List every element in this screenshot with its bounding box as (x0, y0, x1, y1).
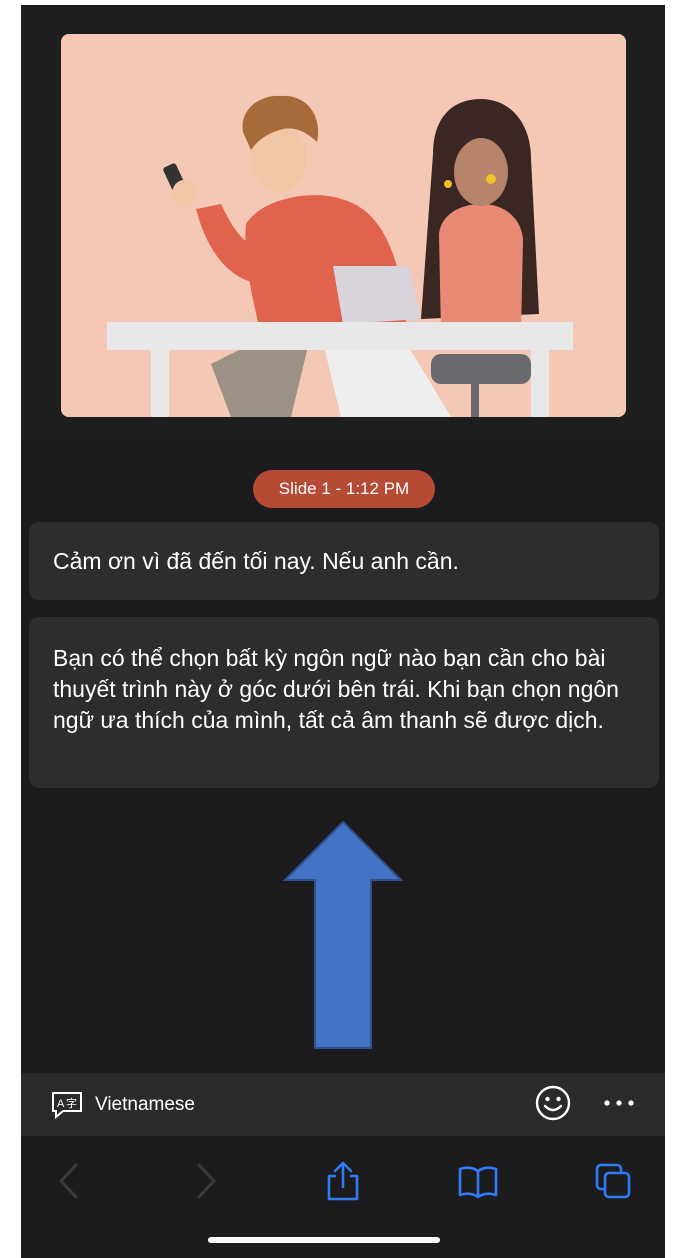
slide-timestamp-badge: Slide 1 - 1:12 PM (253, 470, 435, 508)
slide-image (61, 34, 626, 417)
forward-icon[interactable] (184, 1161, 224, 1201)
app-screen: Slide 1 - 1:12 PM Cảm ơn vì đã đến tối n… (21, 5, 665, 1258)
tabs-icon[interactable] (593, 1161, 633, 1201)
language-selector[interactable]: A 字 Vietnamese (51, 1091, 195, 1119)
caption-card: Bạn có thể chọn bất kỳ ngôn ngữ nào bạn … (29, 617, 659, 788)
translate-icon: A 字 (52, 1092, 82, 1119)
share-icon[interactable] (323, 1161, 363, 1201)
caption-card: Cảm ơn vì đã đến tối nay. Nếu anh cần. (29, 522, 659, 600)
caption-text: Cảm ơn vì đã đến tối nay. Nếu anh cần. (53, 548, 459, 574)
more-icon[interactable] (604, 1100, 634, 1106)
bookmarks-icon[interactable] (458, 1161, 498, 1201)
smiley-icon[interactable] (535, 1085, 571, 1121)
language-label: Vietnamese (95, 1094, 195, 1115)
slide-area (21, 5, 665, 441)
home-indicator[interactable] (208, 1237, 440, 1243)
back-icon[interactable] (51, 1161, 91, 1201)
svg-text:字: 字 (66, 1096, 77, 1110)
up-arrow-icon (283, 820, 403, 1049)
caption-text: Bạn có thể chọn bất kỳ ngôn ngữ nào bạn … (53, 645, 619, 733)
caption-toolbar: A 字 Vietnamese (21, 1073, 665, 1136)
svg-text:A: A (57, 1098, 65, 1110)
